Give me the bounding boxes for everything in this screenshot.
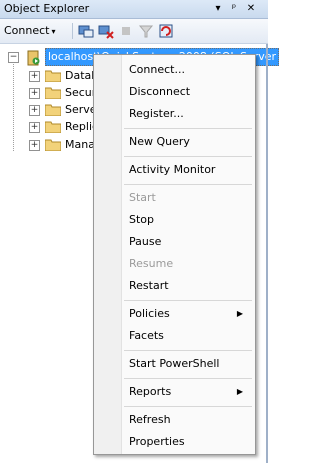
menu-separator bbox=[124, 184, 252, 185]
menu-item-pause[interactable]: Pause bbox=[94, 231, 255, 253]
menu-item-disconnect[interactable]: Disconnect bbox=[94, 81, 255, 103]
connect-dropdown-icon[interactable]: ▾ bbox=[51, 27, 55, 36]
folder-icon bbox=[45, 70, 61, 82]
menu-item-activity-monitor[interactable]: Activity Monitor bbox=[94, 159, 255, 181]
menu-item-label: Disconnect bbox=[129, 85, 191, 98]
menu-item-label: Start PowerShell bbox=[129, 357, 220, 370]
menu-item-label: Policies bbox=[129, 307, 170, 320]
context-menu: Connect... Disconnect Register... New Qu… bbox=[93, 54, 256, 455]
menu-separator bbox=[124, 350, 252, 351]
expand-icon[interactable]: + bbox=[29, 105, 40, 116]
connect-button[interactable]: Connect ▾ bbox=[4, 24, 56, 37]
menu-item-restart[interactable]: Restart bbox=[94, 275, 255, 297]
panel-title: Object Explorer bbox=[4, 2, 90, 15]
menu-item-resume: Resume bbox=[94, 253, 255, 275]
stop-icon[interactable] bbox=[118, 23, 134, 39]
menu-item-label: Register... bbox=[129, 107, 184, 120]
refresh-icon[interactable] bbox=[158, 23, 174, 39]
menu-item-label: Restart bbox=[129, 279, 169, 292]
collapse-icon[interactable]: − bbox=[8, 52, 19, 63]
toolbar-separator bbox=[72, 23, 73, 39]
menu-item-label: Facets bbox=[129, 329, 164, 342]
folder-icon bbox=[45, 104, 61, 116]
expand-icon[interactable]: + bbox=[29, 122, 40, 133]
menu-item-stop[interactable]: Stop bbox=[94, 209, 255, 231]
menu-item-start-powershell[interactable]: Start PowerShell bbox=[94, 353, 255, 375]
tree-item-server-objects[interactable]: + Serve bbox=[29, 101, 99, 119]
folder-icon bbox=[45, 87, 61, 99]
tree-item-security[interactable]: + Secur bbox=[29, 84, 99, 102]
menu-separator bbox=[124, 300, 252, 301]
menu-item-properties[interactable]: Properties bbox=[94, 431, 255, 453]
menu-item-register[interactable]: Register... bbox=[94, 103, 255, 125]
filter-icon[interactable] bbox=[138, 23, 154, 39]
menu-item-label: Properties bbox=[129, 435, 185, 448]
menu-item-new-query[interactable]: New Query bbox=[94, 131, 255, 153]
close-icon[interactable]: ✕ bbox=[245, 3, 257, 15]
menu-item-reports[interactable]: Reports ▶ bbox=[94, 381, 255, 403]
object-explorer-titlebar: Object Explorer ▾ ᵖ ✕ bbox=[0, 0, 268, 19]
pin-icon[interactable]: ᵖ bbox=[228, 3, 240, 15]
expand-icon[interactable]: + bbox=[29, 88, 40, 99]
menu-separator bbox=[124, 406, 252, 407]
submenu-arrow-icon: ▶ bbox=[236, 309, 243, 318]
tree-item-label: Serve bbox=[65, 103, 97, 116]
menu-separator bbox=[124, 156, 252, 157]
menu-separator bbox=[124, 128, 252, 129]
panel-border bbox=[266, 44, 268, 463]
menu-separator bbox=[124, 378, 252, 379]
tree-item-replication[interactable]: + Replic bbox=[29, 118, 99, 136]
tree-guide-line bbox=[13, 61, 14, 151]
menu-item-label: Reports bbox=[129, 385, 172, 398]
menu-item-label: Connect... bbox=[129, 63, 185, 76]
menu-item-connect[interactable]: Connect... bbox=[94, 59, 255, 81]
connect-server-icon[interactable] bbox=[78, 23, 94, 39]
tree-item-management[interactable]: + Mana bbox=[29, 136, 99, 154]
menu-item-label: Start bbox=[129, 191, 156, 204]
server-icon bbox=[27, 50, 40, 66]
folder-icon bbox=[45, 139, 61, 151]
menu-item-label: Stop bbox=[129, 213, 155, 226]
submenu-arrow-icon: ▶ bbox=[236, 387, 243, 396]
menu-item-label: New Query bbox=[129, 135, 190, 148]
expand-icon[interactable]: + bbox=[29, 140, 40, 151]
object-explorer-toolbar: Connect ▾ bbox=[0, 19, 268, 44]
menu-item-refresh[interactable]: Refresh bbox=[94, 409, 255, 431]
folder-icon bbox=[45, 121, 61, 133]
expand-icon[interactable]: + bbox=[29, 71, 40, 82]
menu-item-label: Activity Monitor bbox=[129, 163, 216, 176]
disconnect-server-icon[interactable] bbox=[98, 23, 114, 39]
tree-item-databases[interactable]: + Datab bbox=[29, 67, 99, 85]
tree-item-label: Secur bbox=[65, 86, 97, 99]
menu-item-start: Start bbox=[94, 187, 255, 209]
menu-item-label: Pause bbox=[129, 235, 162, 248]
menu-item-facets[interactable]: Facets bbox=[94, 325, 255, 347]
menu-item-policies[interactable]: Policies ▶ bbox=[94, 303, 255, 325]
menu-item-label: Resume bbox=[129, 257, 174, 270]
connect-label: Connect bbox=[4, 24, 50, 37]
menu-item-label: Refresh bbox=[129, 413, 171, 426]
dropdown-arrow-icon[interactable]: ▾ bbox=[212, 3, 224, 15]
tree-item-label: Mana bbox=[65, 138, 95, 151]
